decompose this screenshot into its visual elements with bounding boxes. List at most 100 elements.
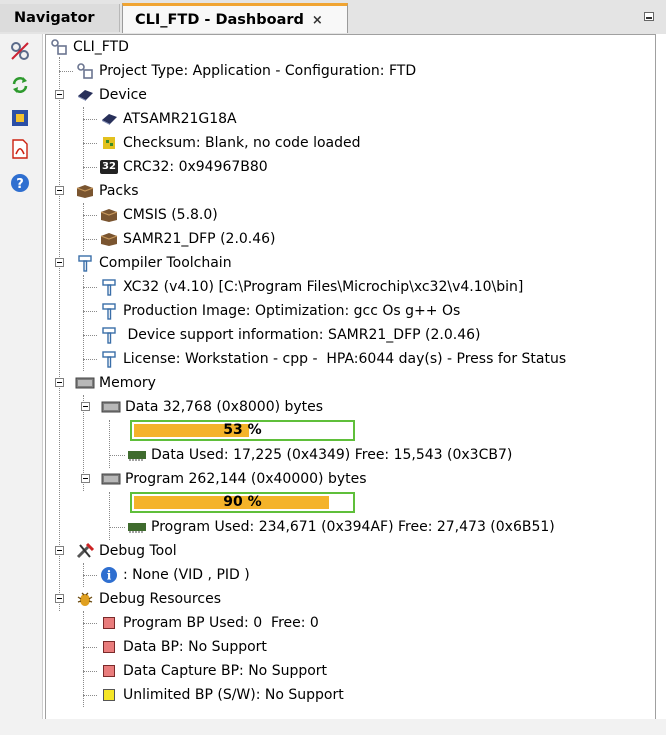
ram-icon [127,446,147,464]
red-square-icon [99,614,119,632]
project-type-item[interactable]: Project Type: Application - Configuratio… [75,59,416,83]
pack-item[interactable]: SAMR21_DFP (2.0.46) [99,227,276,251]
dashboard-panel: ? CLI_FTD Project Type: Application - Co… [0,34,666,735]
checksum-icon [99,134,119,152]
red-square-icon [99,662,119,680]
yellow-square-icon [99,686,119,704]
program-memory-percent: 90 % [223,494,262,510]
device-collapse-toggle[interactable] [55,90,64,99]
debug-resource-text: Data BP: No Support [123,639,267,655]
compiler-text: Device support information: SAMR21_DFP (… [123,327,481,343]
packs-label: Packs [99,183,139,199]
crc-item[interactable]: 32 CRC32: 0x94967B80 [99,155,268,179]
hammer-icon [99,350,119,368]
debug-resources-label: Debug Resources [99,591,221,607]
checksum-text: Checksum: Blank, no code loaded [123,135,361,151]
compiler-label: Compiler Toolchain [99,255,232,271]
red-square-icon [99,638,119,656]
compiler-text: XC32 (v4.10) [C:\Program Files\Microchip… [123,279,524,295]
debug-resource-text: Data Capture BP: No Support [123,663,328,679]
data-used-item[interactable]: Data Used: 17,225 (0x4349) Free: 15,543 … [127,443,512,467]
compiler-text: Production Image: Optimization: gcc Os g… [123,303,461,319]
memory-collapse-toggle[interactable] [55,378,64,387]
minimize-icon[interactable] [644,12,654,21]
compiler-item[interactable]: XC32 (v4.10) [C:\Program Files\Microchip… [99,275,523,299]
bug-icon [75,590,95,608]
device-chip-icon [75,86,95,104]
help-icon[interactable]: ? [9,172,31,194]
package-icon [75,182,95,200]
compiler-item[interactable]: Production Image: Optimization: gcc Os g… [99,299,460,323]
pdf-icon[interactable] [9,138,31,160]
hammer-icon [75,254,95,272]
device-name-text: ATSAMR21G18A [123,111,237,127]
data-memory-label: Data 32,768 (0x8000) bytes [125,399,324,415]
debug-tool-text: : None (VID , PID ) [123,567,250,583]
memory-icon [101,398,121,416]
info-icon: i [99,566,119,584]
device-name-item[interactable]: ATSAMR21G18A [99,107,237,131]
project-type-icon [75,62,95,80]
compiler-collapse-toggle[interactable] [55,258,64,267]
debug-tool-label: Debug Tool [99,543,177,559]
data-memory-percent: 53 % [223,422,262,438]
hammer-icon [99,326,119,344]
tree-root[interactable]: CLI_FTD [49,35,129,59]
project-type-text: Project Type: Application - Configuratio… [99,63,417,79]
memory-node[interactable]: Memory [75,371,156,395]
memory-icon [75,374,95,392]
program-used-item[interactable]: Program Used: 234,671 (0x394AF) Free: 27… [127,515,555,539]
memory-icon [101,470,121,488]
debug-resource-item[interactable]: Data Capture BP: No Support [99,659,327,683]
close-tab-icon[interactable]: × [312,13,323,28]
debug-resources-collapse-toggle[interactable] [55,594,64,603]
data-memory-node[interactable]: Data 32,768 (0x8000) bytes [101,395,323,419]
data-memory-collapse-toggle[interactable] [81,402,90,411]
package-icon [99,206,119,224]
tab-dashboard-label: CLI_FTD - Dashboard [135,12,304,28]
crc-text: CRC32: 0x94967B80 [123,159,268,175]
svg-text:i: i [107,569,112,583]
device-label: Device [99,87,147,103]
crc32-icon: 32 [99,158,119,176]
debug-resource-item[interactable]: Unlimited BP (S/W): No Support [99,683,344,707]
tab-navigator[interactable]: Navigator [0,4,120,32]
status-strip [0,719,666,735]
settings-icon[interactable] [9,40,31,62]
data-memory-progress-bar: 53 % [130,420,355,441]
debug-resource-item[interactable]: Data BP: No Support [99,635,267,659]
package-icon [99,230,119,248]
packs-collapse-toggle[interactable] [55,186,64,195]
program-used-text: Program Used: 234,671 (0x394AF) Free: 27… [151,519,555,535]
debug-tool-collapse-toggle[interactable] [55,546,64,555]
debug-resource-text: Unlimited BP (S/W): No Support [123,687,344,703]
license-item[interactable]: License: Workstation - cpp - HPA:6044 da… [99,347,566,371]
pack-text: CMSIS (5.8.0) [123,207,218,223]
program-memory-label: Program 262,144 (0x40000) bytes [125,471,367,487]
program-memory-collapse-toggle[interactable] [81,474,90,483]
pack-item[interactable]: CMSIS (5.8.0) [99,203,218,227]
tab-navigator-label: Navigator [14,10,95,26]
tab-dashboard[interactable]: CLI_FTD - Dashboard × [122,3,348,33]
debug-resources-node[interactable]: Debug Resources [75,587,221,611]
chip-icon[interactable] [9,107,31,129]
project-name: CLI_FTD [73,39,129,55]
data-used-text: Data Used: 17,225 (0x4349) Free: 15,543 … [151,447,513,463]
compiler-item[interactable]: Device support information: SAMR21_DFP (… [99,323,480,347]
device-node[interactable]: Device [75,83,147,107]
debug-resource-text: Program BP Used: 0 Free: 0 [123,615,319,631]
tab-bar: Navigator CLI_FTD - Dashboard × [0,0,666,34]
debug-tool-item[interactable]: i : None (VID , PID ) [99,563,250,587]
hammer-icon [99,302,119,320]
debug-tool-node[interactable]: Debug Tool [75,539,177,563]
packs-node[interactable]: Packs [75,179,139,203]
pack-text: SAMR21_DFP (2.0.46) [123,231,276,247]
memory-label: Memory [99,375,156,391]
checksum-item[interactable]: Checksum: Blank, no code loaded [99,131,361,155]
refresh-icon[interactable] [9,74,31,96]
program-memory-node[interactable]: Program 262,144 (0x40000) bytes [101,467,367,491]
compiler-node[interactable]: Compiler Toolchain [75,251,232,275]
program-memory-progress-bar: 90 % [130,492,355,513]
project-icon [49,38,69,56]
debug-resource-item[interactable]: Program BP Used: 0 Free: 0 [99,611,319,635]
